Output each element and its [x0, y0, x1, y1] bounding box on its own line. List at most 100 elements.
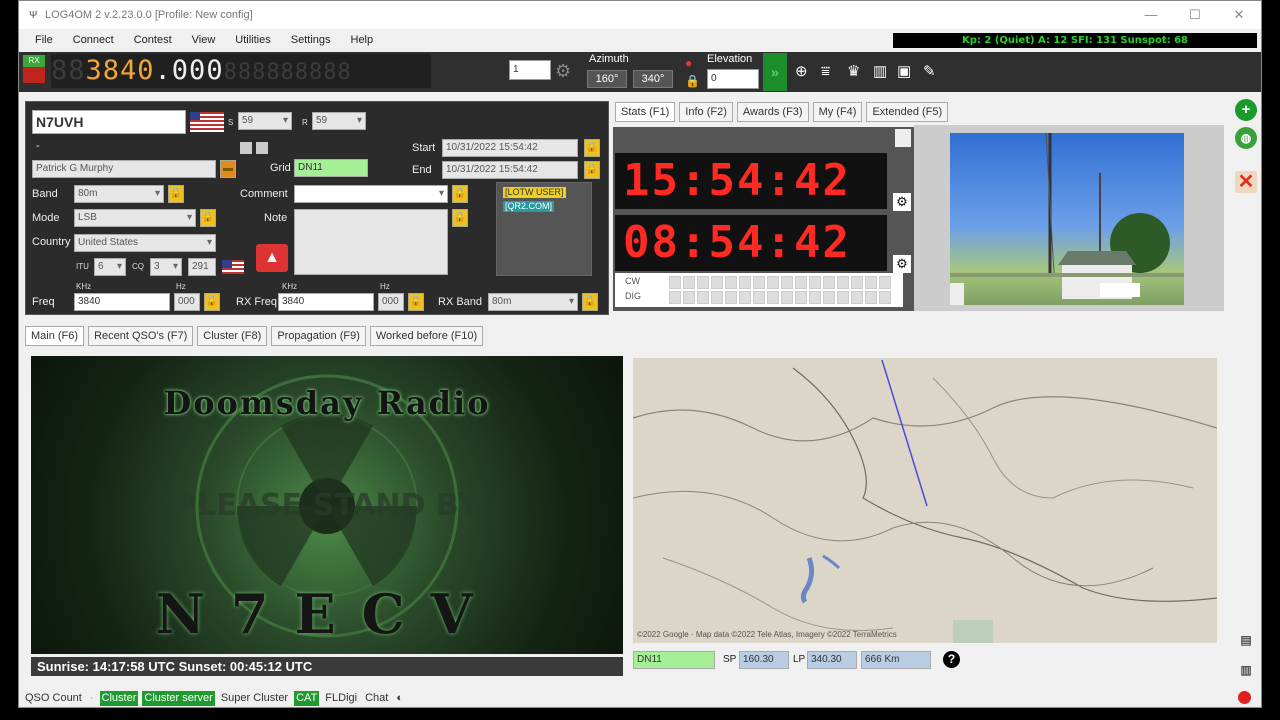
status-chat[interactable]: Chat — [363, 691, 390, 706]
mode-select[interactable]: LSB — [74, 209, 196, 227]
freq-khz-input[interactable]: 3840 — [74, 293, 170, 311]
comment-lock-icon[interactable]: 🔒 — [452, 185, 468, 203]
start-lock-icon[interactable]: 🔒 — [584, 139, 600, 157]
name-input[interactable]: Patrick G Murphy — [32, 160, 216, 178]
lotw-tag[interactable]: [LOTW USER] — [503, 187, 566, 198]
elevation-input[interactable]: 0 — [707, 69, 759, 89]
lock-icon[interactable]: 🔒 — [685, 72, 700, 90]
status-fldigi[interactable]: FLDigi — [323, 691, 359, 706]
rst-sent-select[interactable]: 59 — [238, 112, 292, 130]
menu-settings[interactable]: Settings — [291, 34, 331, 46]
tab-stats[interactable]: Stats (F1) — [615, 102, 676, 122]
menu-file[interactable]: File — [35, 34, 53, 46]
terrain-map-icon — [633, 358, 1217, 643]
note-lock-icon[interactable]: 🔒 — [452, 209, 468, 227]
tab-my[interactable]: My (F4) — [812, 102, 863, 122]
status-cat[interactable]: CAT — [294, 690, 320, 706]
rx-band-select[interactable]: 80m — [488, 293, 578, 311]
tab-info[interactable]: Info (F2) — [679, 102, 733, 122]
az-sp-button[interactable]: 160° — [587, 70, 627, 88]
dxcc-input[interactable]: 291 — [188, 258, 216, 276]
stop-icon[interactable]: ● — [685, 54, 692, 72]
tab-extended[interactable]: Extended (F5) — [866, 102, 949, 122]
band-select[interactable]: 80m — [74, 185, 164, 203]
comment-input[interactable] — [294, 185, 448, 203]
rx-freq-lock-icon[interactable]: 🔒 — [408, 293, 424, 311]
rx-freq-khz-input[interactable]: 3840 — [278, 293, 374, 311]
option-box-2[interactable] — [256, 142, 268, 154]
tab-main[interactable]: Main (F6) — [25, 326, 85, 346]
award-icon[interactable]: ♛ — [847, 63, 860, 81]
menu-utilities[interactable]: Utilities — [235, 34, 270, 46]
grid-input[interactable]: DN11 — [294, 159, 368, 177]
utc-gear-icon[interactable]: ⚙ — [893, 193, 911, 211]
step-spinner[interactable]: 1 — [509, 60, 551, 80]
freq-hz-input[interactable]: 000 — [174, 293, 200, 311]
rotor-go-button[interactable]: » — [763, 53, 787, 91]
help-icon[interactable]: ? — [943, 651, 960, 668]
tab-worked-before[interactable]: Worked before (F10) — [369, 326, 484, 346]
tab-recent-qsos[interactable]: Recent QSO's (F7) — [88, 326, 194, 346]
rst-rcvd-select[interactable]: 59 — [312, 112, 366, 130]
maximize-button[interactable]: ☐ — [1173, 1, 1217, 29]
status-cluster-server[interactable]: Cluster server — [142, 690, 215, 706]
logo-subtitle: PLEASE STAND BY — [175, 488, 479, 523]
calculator-icon[interactable]: ▤ — [1235, 629, 1257, 651]
clock-panel: 15:54:42 utc ⚙ 08:54:42 Loc ⚙ CW DIG — [613, 127, 915, 311]
band-mode-cell — [809, 291, 821, 304]
delete-icon[interactable]: ✕ — [1235, 171, 1257, 193]
station-photo — [914, 125, 1224, 311]
qrz-tag[interactable]: [QR2.COM] — [503, 201, 555, 212]
add-icon[interactable]: + — [1235, 99, 1257, 121]
minimize-button[interactable]: — — [1129, 1, 1173, 29]
globe-green-icon[interactable]: ◍ — [1235, 127, 1257, 149]
sun-times: Sunrise: 14:17:58 UTC Sunset: 00:45:12 U… — [31, 657, 623, 676]
radio-icon[interactable]: ▣ — [897, 63, 911, 81]
status-qso-count: QSO Count — [25, 691, 82, 704]
logo-title: Doomsday Radio — [163, 384, 491, 422]
antenna-icon[interactable]: ⩸ — [821, 63, 830, 81]
band-lock-icon[interactable]: 🔒 — [168, 185, 184, 203]
option-box-1[interactable] — [240, 142, 252, 154]
tab-awards[interactable]: Awards (F3) — [736, 102, 809, 122]
menu-help[interactable]: Help — [351, 34, 374, 46]
rx-indicator[interactable]: RX — [23, 55, 45, 83]
map-pin-icon[interactable]: ▲ — [256, 244, 288, 272]
folder-icon[interactable]: ▬ — [220, 160, 236, 178]
map-view[interactable]: ©2022 Google · Map data ©2022 Tele Atlas… — [633, 358, 1217, 643]
map-grid-field: DN11 — [633, 651, 715, 669]
record-icon[interactable] — [1238, 691, 1251, 704]
callsign-input[interactable]: N7UVH — [32, 110, 186, 134]
band-mode-cell — [795, 291, 807, 304]
menu-connect[interactable]: Connect — [73, 34, 114, 46]
local-gear-icon[interactable]: ⚙ — [893, 255, 911, 273]
tab-propagation[interactable]: Propagation (F9) — [271, 326, 366, 346]
chart-icon[interactable]: ▥ — [1235, 659, 1257, 681]
book-icon[interactable]: ▥ — [873, 63, 887, 81]
end-lock-icon[interactable]: 🔒 — [584, 161, 600, 179]
rx-band-lock-icon[interactable]: 🔒 — [582, 293, 598, 311]
end-time-input[interactable]: 10/31/2022 15:54:42 — [442, 161, 578, 179]
freq-lock-icon[interactable]: 🔒 — [204, 293, 220, 311]
band-mode-grid: CW DIG — [615, 273, 903, 307]
itu-select[interactable]: 6 — [94, 258, 126, 276]
menu-view[interactable]: View — [192, 34, 216, 46]
cq-select[interactable]: 3 — [150, 258, 182, 276]
pen-icon[interactable]: ✎ — [923, 63, 936, 81]
speaker-icon[interactable]: ◐ — [394, 691, 405, 706]
globe-icon[interactable]: ⊕ — [795, 63, 808, 81]
start-time-input[interactable]: 10/31/2022 15:54:42 — [442, 139, 578, 157]
close-button[interactable]: ✕ — [1217, 1, 1261, 29]
menu-contest[interactable]: Contest — [134, 34, 172, 46]
solar-conditions: Kp: 2 (Quiet) A: 12 SFI: 131 Sunspot: 68 — [893, 33, 1257, 48]
distance-field: 666 Km — [861, 651, 931, 669]
country-select[interactable]: United States — [74, 234, 216, 252]
az-lp-button[interactable]: 340° — [633, 70, 673, 88]
note-input[interactable] — [294, 209, 448, 275]
status-super-cluster[interactable]: Super Cluster — [219, 691, 290, 706]
gear-icon[interactable]: ⚙ — [555, 62, 571, 80]
mode-lock-icon[interactable]: 🔒 — [200, 209, 216, 227]
rx-freq-hz-input[interactable]: 000 — [378, 293, 404, 311]
tab-cluster[interactable]: Cluster (F8) — [197, 326, 268, 346]
status-cluster[interactable]: Cluster — [99, 690, 139, 706]
